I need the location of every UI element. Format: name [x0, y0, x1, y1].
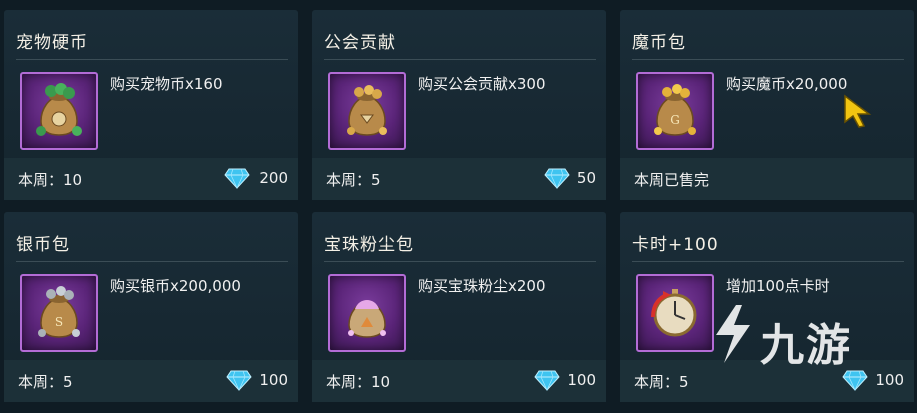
item-description: 购买宝珠粉尘x200 — [418, 277, 546, 295]
item-description: 购买银币x200,000 — [110, 277, 241, 295]
divider — [632, 261, 904, 262]
diamond-icon — [224, 168, 250, 189]
silver-coin-bag-icon: S — [20, 274, 98, 352]
divider — [16, 59, 288, 60]
weekly-limit: 本周：10 — [18, 171, 83, 189]
item-description: 购买宠物币x160 — [110, 75, 223, 93]
shop-item-guild-contribution[interactable]: 公会贡献 购买公会贡献x300 本周：5 50 — [312, 10, 606, 200]
item-price: 100 — [567, 371, 596, 389]
item-title: 银币包 — [16, 235, 70, 255]
shop-item-silver-coin-bag[interactable]: 银币包 S 购买银币x200,000 本周：5 100 — [4, 212, 298, 402]
weekly-limit: 本周：5 — [634, 373, 689, 391]
item-price: 100 — [259, 371, 288, 389]
svg-text:S: S — [55, 315, 63, 329]
watermark-logo-icon — [716, 305, 750, 363]
divider — [16, 261, 288, 262]
item-description: 购买魔币x20,000 — [726, 75, 848, 93]
item-footer: 本周已售完 — [620, 158, 914, 200]
weekly-limit: 本周：10 — [326, 373, 391, 391]
divider — [324, 261, 596, 262]
diamond-icon — [534, 370, 560, 391]
diamond-icon — [226, 370, 252, 391]
item-footer: 本周：5 50 — [312, 158, 606, 200]
item-title: 卡时+100 — [632, 235, 719, 255]
item-price: 50 — [576, 169, 596, 187]
item-description: 购买公会贡献x300 — [418, 75, 546, 93]
guild-contribution-bag-icon — [328, 72, 406, 150]
item-title: 公会贡献 — [324, 33, 396, 53]
weekly-limit: 本周：5 — [18, 373, 73, 391]
divider — [632, 59, 904, 60]
item-footer: 本周：10 100 — [312, 360, 606, 402]
divider — [324, 59, 596, 60]
gem-dust-bag-icon — [328, 274, 406, 352]
diamond-icon — [544, 168, 570, 189]
shop-item-pet-coin[interactable]: 宠物硬币 购买宠物币x160 本周：10 200 — [4, 10, 298, 200]
weekly-limit: 本周：5 — [326, 171, 381, 189]
pet-coin-bag-icon — [20, 72, 98, 150]
svg-text:G: G — [670, 113, 680, 127]
item-price: 200 — [259, 169, 288, 187]
watermark: 九游 — [700, 295, 900, 375]
item-title: 宝珠粉尘包 — [324, 235, 414, 255]
magic-coin-bag-icon: G — [636, 72, 714, 150]
weekly-limit: 本周已售完 — [634, 171, 710, 189]
item-description: 增加100点卡时 — [726, 277, 830, 295]
watermark-text: 九游 — [760, 320, 852, 371]
item-footer: 本周：10 200 — [4, 158, 298, 200]
item-title: 宠物硬币 — [16, 33, 88, 53]
cursor-arrow-icon — [844, 94, 872, 128]
item-title: 魔币包 — [632, 33, 686, 53]
item-footer: 本周：5 100 — [4, 360, 298, 402]
shop-item-gem-dust-bag[interactable]: 宝珠粉尘包 购买宝珠粉尘x200 本周：10 100 — [312, 212, 606, 402]
